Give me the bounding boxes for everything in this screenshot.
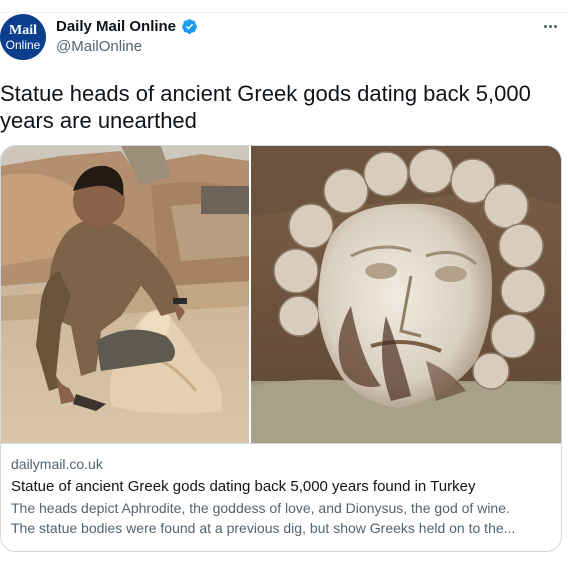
verified-badge-icon xyxy=(182,19,197,34)
display-name[interactable]: Daily Mail Online xyxy=(56,18,176,35)
card-title: Statue of ancient Greek gods dating back… xyxy=(11,478,476,495)
more-options-icon[interactable] xyxy=(540,18,560,34)
card-media xyxy=(1,146,561,443)
more-dot xyxy=(553,24,557,28)
author-name-row: Daily Mail Online xyxy=(56,18,198,35)
card-description-line: The heads depict Aphrodite, the goddess … xyxy=(11,500,510,516)
avatar-logo-subtext: Online xyxy=(5,37,41,52)
card-domain: dailymail.co.uk xyxy=(11,456,103,472)
marble-head-photo xyxy=(251,146,561,443)
card-description-line: The statue bodies were found at a previo… xyxy=(11,520,516,536)
avatar-logo-text: Mail xyxy=(9,22,37,38)
excavation-photo xyxy=(1,146,249,443)
avatar[interactable]: Mail Online xyxy=(0,14,46,60)
more-dot xyxy=(543,24,547,28)
account-handle[interactable]: @MailOnline xyxy=(56,38,142,55)
link-card[interactable]: dailymail.co.uk Statue of ancient Greek … xyxy=(0,145,562,552)
card-description: The heads depict Aphrodite, the goddess … xyxy=(11,498,551,538)
card-meta: dailymail.co.uk Statue of ancient Greek … xyxy=(1,443,561,551)
more-dot xyxy=(548,24,552,28)
top-divider xyxy=(0,12,568,13)
tweet-text: Statue heads of ancient Greek gods datin… xyxy=(0,81,531,133)
